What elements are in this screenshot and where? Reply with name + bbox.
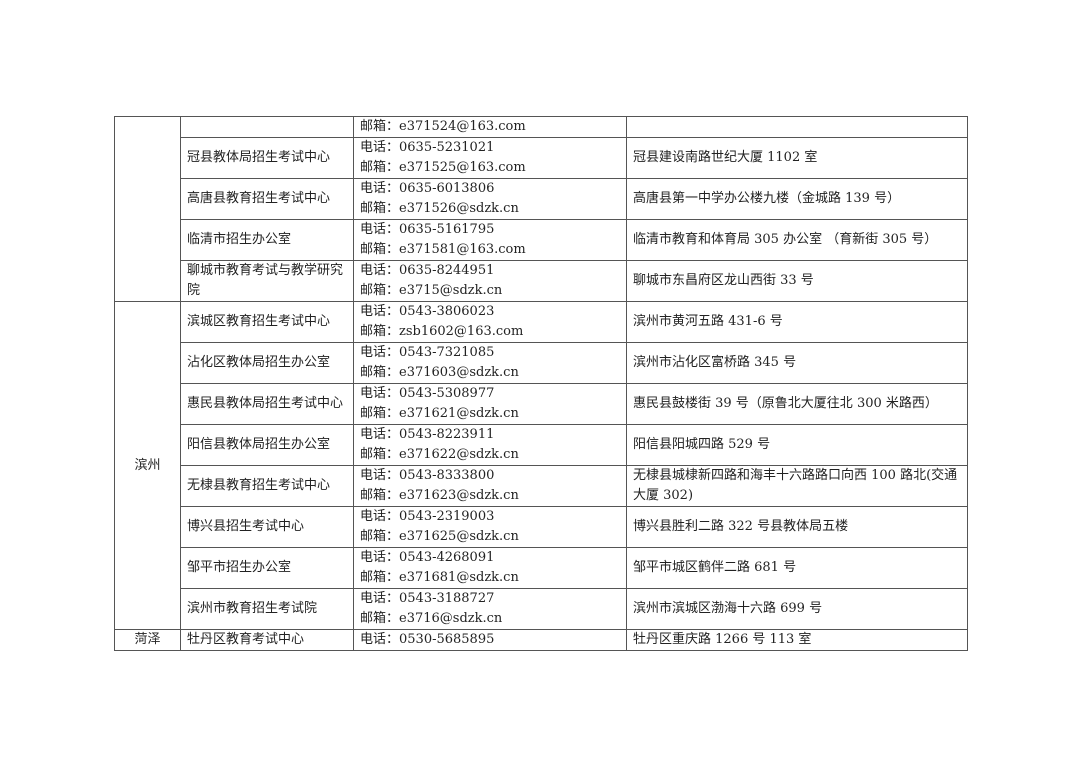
org-cell: 阳信县教体局招生办公室 (180, 424, 354, 466)
table-row: 滨州市教育招生考试院 电话：0543-3188727 邮箱：e3716@sdzk… (115, 588, 968, 630)
org-cell: 邹平市招生办公室 (180, 547, 354, 589)
address-cell: 邹平市城区鹤伴二路 681 号 (626, 547, 968, 589)
org-cell: 博兴县招生考试中心 (180, 506, 354, 548)
contact-cell: 电话：0635-5161795 邮箱：e371581@163.com (353, 219, 627, 261)
table-row: 阳信县教体局招生办公室 电话：0543-8223911 邮箱：e371622@s… (115, 424, 968, 466)
phone-text: 电话：0543-4268091 (360, 550, 495, 565)
address-cell: 惠民县鼓楼街 39 号（原鲁北大厦往北 300 米路西） (626, 383, 968, 425)
table-row: 滨州 滨城区教育招生考试中心 电话：0543-3806023 邮箱：zsb160… (114, 301, 968, 630)
contact-cell: 电话：0543-5308977 邮箱：e371621@sdzk.cn (353, 383, 627, 425)
email-text: 邮箱：e371603@sdzk.cn (360, 365, 519, 380)
phone-text: 电话：0543-3188727 (360, 591, 495, 606)
phone-text: 电话：0635-5231021 (360, 140, 495, 155)
phone-text: 电话：0635-6013806 (360, 181, 495, 196)
address-cell: 高唐县第一中学办公楼九楼（金城路 139 号） (626, 178, 968, 220)
address-cell: 阳信县阳城四路 529 号 (626, 424, 968, 466)
org-cell: 高唐县教育招生考试中心 (180, 178, 354, 220)
address-cell: 滨州市滨城区渤海十六路 699 号 (626, 588, 968, 630)
contact-cell: 电话：0530-5685895 (353, 629, 627, 651)
table-row: 博兴县招生考试中心 电话：0543-2319003 邮箱：e371625@sdz… (115, 506, 968, 548)
org-cell (180, 116, 354, 138)
contact-cell: 邮箱：e371524@163.com (353, 116, 627, 138)
phone-text: 电话：0543-8333800 (360, 468, 495, 483)
org-cell: 冠县教体局招生考试中心 (180, 137, 354, 179)
email-text: 邮箱：zsb1602@163.com (360, 324, 524, 339)
phone-text: 电话：0635-5161795 (360, 222, 495, 237)
org-cell: 无棣县教育招生考试中心 (180, 465, 354, 507)
table-row: 邮箱：e371524@163.com (114, 116, 968, 302)
table-row: 菏泽 牡丹区教育考试中心 电话：0530-5685895 牡丹区重庆路 1266… (114, 629, 968, 651)
email-text: 邮箱：e371525@163.com (360, 160, 526, 175)
contact-cell: 电话：0543-4268091 邮箱：e371681@sdzk.cn (353, 547, 627, 589)
address-cell (626, 116, 968, 138)
org-cell: 滨州市教育招生考试院 (180, 588, 354, 630)
email-text: 邮箱：e371581@163.com (360, 242, 526, 257)
address-cell: 滨州市沾化区富桥路 345 号 (626, 342, 968, 384)
address-cell: 滨州市黄河五路 431-6 号 (626, 301, 968, 343)
email-text: 邮箱：e3715@sdzk.cn (360, 283, 503, 298)
org-cell: 牡丹区教育考试中心 (180, 629, 354, 651)
city-cell-binzhou: 滨州 (114, 301, 181, 630)
org-cell: 沾化区教体局招生办公室 (180, 342, 354, 384)
contact-cell: 电话：0543-8333800 邮箱：e371623@sdzk.cn (353, 465, 627, 507)
email-text: 邮箱：e371621@sdzk.cn (360, 406, 519, 421)
email-text: 邮箱：e3716@sdzk.cn (360, 611, 503, 626)
org-cell: 聊城市教育考试与教学研究院 (180, 260, 354, 302)
email-text: 邮箱：e371681@sdzk.cn (360, 570, 519, 585)
contact-cell: 电话：0543-3188727 邮箱：e3716@sdzk.cn (353, 588, 627, 630)
contact-cell: 电话：0543-8223911 邮箱：e371622@sdzk.cn (353, 424, 627, 466)
address-cell: 聊城市东昌府区龙山西街 33 号 (626, 260, 968, 302)
contact-cell: 电话：0543-7321085 邮箱：e371603@sdzk.cn (353, 342, 627, 384)
table-row: 高唐县教育招生考试中心 电话：0635-6013806 邮箱：e371526@s… (115, 178, 968, 220)
contact-cell: 电话：0635-8244951 邮箱：e3715@sdzk.cn (353, 260, 627, 302)
org-cell: 惠民县教体局招生考试中心 (180, 383, 354, 425)
city-cell-liaocheng (114, 116, 181, 302)
city-cell-heze: 菏泽 (114, 629, 181, 651)
phone-text: 电话：0543-7321085 (360, 345, 495, 360)
contact-table: 邮箱：e371524@163.com 冠县教体局招生考试中心 电话：0635-5… (114, 116, 968, 651)
email-text: 邮箱：e371526@sdzk.cn (360, 201, 519, 216)
phone-text: 电话：0543-8223911 (360, 427, 495, 442)
contact-cell: 电话：0635-6013806 邮箱：e371526@sdzk.cn (353, 178, 627, 220)
contact-cell: 电话：0635-5231021 邮箱：e371525@163.com (353, 137, 627, 179)
email-text: 邮箱：e371524@163.com (360, 119, 526, 134)
table-row: 邹平市招生办公室 电话：0543-4268091 邮箱：e371681@sdzk… (115, 547, 968, 589)
table-row: 惠民县教体局招生考试中心 电话：0543-5308977 邮箱：e371621@… (115, 383, 968, 425)
address-cell: 无棣县城棣新四路和海丰十六路路口向西 100 路北(交通大厦 302) (626, 465, 968, 507)
table-row: 临清市招生办公室 电话：0635-5161795 邮箱：e371581@163.… (115, 219, 968, 261)
phone-text: 电话：0543-3806023 (360, 304, 495, 319)
org-cell: 临清市招生办公室 (180, 219, 354, 261)
address-cell: 冠县建设南路世纪大厦 1102 室 (626, 137, 968, 179)
phone-text: 电话：0543-2319003 (360, 509, 495, 524)
phone-text: 电话：0543-5308977 (360, 386, 495, 401)
contact-cell: 电话：0543-2319003 邮箱：e371625@sdzk.cn (353, 506, 627, 548)
table-row: 无棣县教育招生考试中心 电话：0543-8333800 邮箱：e371623@s… (115, 465, 968, 507)
address-cell: 牡丹区重庆路 1266 号 113 室 (626, 629, 968, 651)
phone-text: 电话：0530-5685895 (360, 632, 495, 647)
table-row: 冠县教体局招生考试中心 电话：0635-5231021 邮箱：e371525@1… (115, 137, 968, 179)
address-cell: 临清市教育和体育局 305 办公室 （育新街 305 号） (626, 219, 968, 261)
org-cell: 滨城区教育招生考试中心 (180, 301, 354, 343)
address-cell: 博兴县胜利二路 322 号县教体局五楼 (626, 506, 968, 548)
table-row: 聊城市教育考试与教学研究院 电话：0635-8244951 邮箱：e3715@s… (115, 260, 968, 302)
email-text: 邮箱：e371622@sdzk.cn (360, 447, 519, 462)
email-text: 邮箱：e371623@sdzk.cn (360, 488, 519, 503)
email-text: 邮箱：e371625@sdzk.cn (360, 529, 519, 544)
phone-text: 电话：0635-8244951 (360, 263, 495, 278)
table-row: 沾化区教体局招生办公室 电话：0543-7321085 邮箱：e371603@s… (115, 342, 968, 384)
contact-cell: 电话：0543-3806023 邮箱：zsb1602@163.com (353, 301, 627, 343)
